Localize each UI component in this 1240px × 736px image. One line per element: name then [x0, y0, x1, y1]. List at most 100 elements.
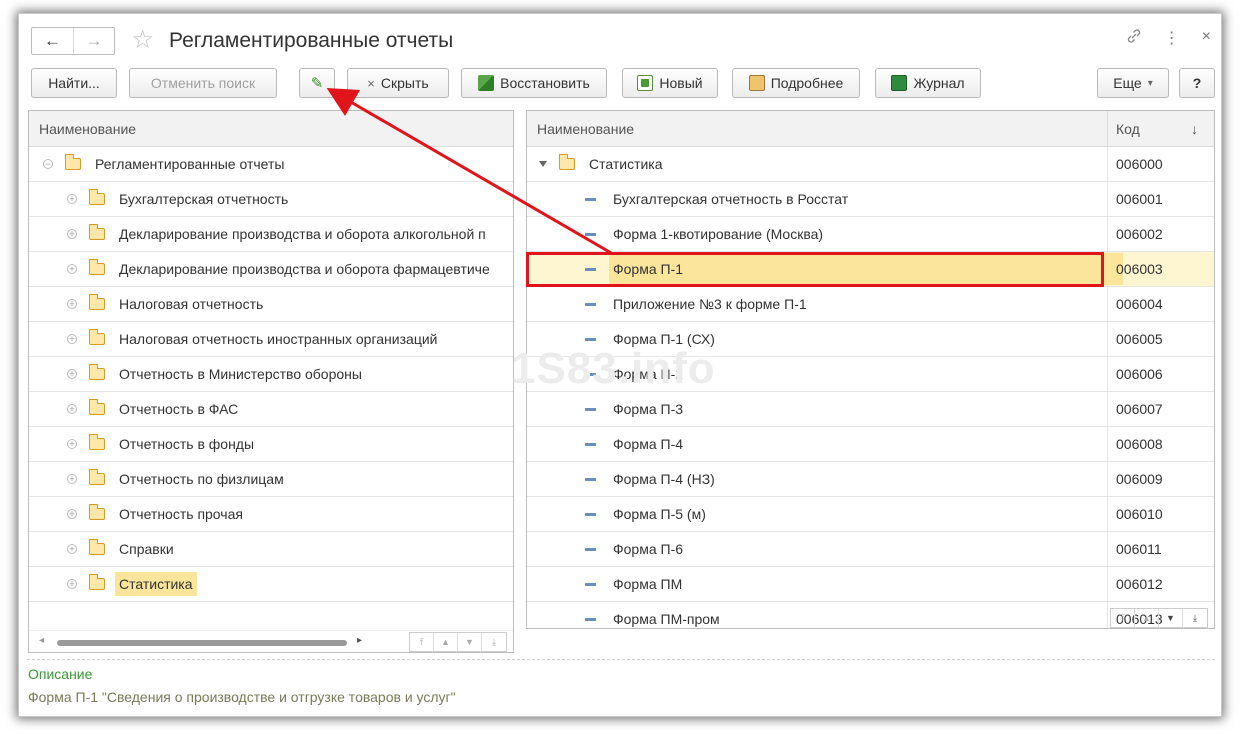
- tree-item[interactable]: + Декларирование производства и оборота а…: [29, 217, 513, 252]
- link-icon[interactable]: [1126, 28, 1142, 48]
- tree-root[interactable]: − Регламентированные отчеты: [29, 147, 513, 182]
- more-vertical-icon[interactable]: ⋮: [1164, 28, 1180, 48]
- table-row[interactable]: Форма П-4 006008: [527, 427, 1214, 462]
- expand-icon[interactable]: +: [67, 544, 77, 554]
- folder-tree-panel[interactable]: Наименование − Регламентированные отчеты…: [28, 110, 514, 653]
- tree-item[interactable]: + Отчетность в Министерство обороны: [29, 357, 513, 392]
- page-down-icon[interactable]: ▼: [458, 633, 482, 651]
- report-item-icon: [585, 477, 596, 481]
- row-name-cell: Форма П-4 (НЗ): [527, 471, 1107, 487]
- expand-icon[interactable]: +: [67, 474, 77, 484]
- scroll-left-icon[interactable]: ◂: [39, 635, 44, 646]
- report-item-icon: [585, 232, 596, 236]
- hide-button[interactable]: × Скрыть: [347, 68, 449, 98]
- first-page-icon[interactable]: ⤒: [1111, 609, 1135, 627]
- table-row[interactable]: Форма П-5 (м) 006010: [527, 497, 1214, 532]
- expand-icon[interactable]: +: [67, 264, 77, 274]
- tree-item[interactable]: + Статистика: [29, 567, 513, 602]
- report-code: 006004: [1107, 287, 1214, 321]
- table-row[interactable]: Форма П-6 006011: [527, 532, 1214, 567]
- report-name: Форма ПМ-пром: [613, 611, 720, 627]
- expand-icon[interactable]: +: [67, 334, 77, 344]
- edit-button[interactable]: ✎: [299, 68, 335, 98]
- group-code: 006000: [1107, 147, 1214, 181]
- favorite-star-icon[interactable]: ☆: [131, 24, 154, 54]
- close-icon[interactable]: ×: [1202, 28, 1211, 48]
- cancel-search-button[interactable]: Отменить поиск: [129, 68, 277, 98]
- first-page-icon[interactable]: ⤒: [410, 633, 434, 651]
- tree-item-label: Декларирование производства и оборота ал…: [119, 226, 486, 242]
- folder-icon: [88, 434, 105, 450]
- expand-icon[interactable]: +: [67, 404, 77, 414]
- app-window: ← → ☆ Регламентированные отчеты ⋮ × Найт…: [18, 13, 1222, 717]
- tree-item[interactable]: + Отчетность по физлицам: [29, 462, 513, 497]
- more-button[interactable]: Еще ▾: [1097, 68, 1169, 98]
- expand-icon[interactable]: +: [67, 439, 77, 449]
- expand-icon[interactable]: +: [67, 299, 77, 309]
- title-bar: ← → ☆ Регламентированные отчеты ⋮ ×: [19, 14, 1221, 64]
- row-name-cell: Форма 1-квотирование (Москва): [527, 226, 1107, 242]
- expand-icon[interactable]: +: [67, 229, 77, 239]
- folder-icon: [88, 259, 105, 275]
- tree-item[interactable]: + Справки: [29, 532, 513, 567]
- column-header-code[interactable]: Код ↓: [1107, 111, 1214, 146]
- page-up-icon[interactable]: ▲: [1135, 609, 1159, 627]
- folder-icon: [88, 469, 105, 485]
- scroll-right-icon[interactable]: ▸: [357, 635, 362, 646]
- expand-icon[interactable]: +: [67, 509, 77, 519]
- column-header-label: Наименование: [39, 120, 137, 137]
- expand-arrow-icon[interactable]: [539, 161, 547, 167]
- column-header-name[interactable]: Наименование: [527, 121, 1107, 137]
- page-up-icon[interactable]: ▲: [434, 633, 458, 651]
- tree-item[interactable]: + Отчетность прочая: [29, 497, 513, 532]
- expand-icon[interactable]: +: [67, 194, 77, 204]
- tree-item[interactable]: + Декларирование производства и оборота ф…: [29, 252, 513, 287]
- scrollbar-thumb[interactable]: [57, 640, 347, 646]
- new-button-label: Новый: [659, 75, 703, 91]
- tree-item-label: Отчетность в ФАС: [119, 401, 239, 417]
- last-page-icon[interactable]: ⤓: [482, 633, 506, 651]
- table-row[interactable]: Форма 1-квотирование (Москва) 006002: [527, 217, 1214, 252]
- collapse-icon[interactable]: −: [43, 159, 53, 169]
- tree-item-label: Отчетность в фонды: [119, 436, 255, 452]
- table-row[interactable]: Бухгалтерская отчетность в Росстат 006001: [527, 182, 1214, 217]
- folder-icon: [88, 364, 105, 380]
- column-header-name[interactable]: Наименование: [29, 111, 513, 147]
- back-button[interactable]: ←: [32, 28, 73, 54]
- description-text: Форма П-1 "Сведения о производстве и отг…: [28, 689, 456, 705]
- code-header-label: Код: [1116, 120, 1140, 137]
- table-row[interactable]: Приложение №3 к форме П-1 006004: [527, 287, 1214, 322]
- tree-item[interactable]: + Отчетность в ФАС: [29, 392, 513, 427]
- more-button-label: Еще: [1113, 75, 1142, 91]
- nav-buttons: ← →: [31, 27, 115, 55]
- table-row[interactable]: Форма П-3 006007: [527, 392, 1214, 427]
- expand-icon[interactable]: +: [67, 579, 77, 589]
- find-button[interactable]: Найти...: [31, 68, 117, 98]
- journal-button[interactable]: Журнал: [875, 68, 981, 98]
- restore-button[interactable]: Восстановить: [461, 68, 607, 98]
- tree-item[interactable]: + Отчетность в фонды: [29, 427, 513, 462]
- find-button-label: Найти...: [48, 75, 100, 91]
- details-button[interactable]: Подробнее: [732, 68, 860, 98]
- list-pager: ⤒ ▲ ▼ ⤓: [1110, 608, 1208, 628]
- expand-icon[interactable]: +: [67, 369, 77, 379]
- tree-item[interactable]: + Налоговая отчетность иностранных органи…: [29, 322, 513, 357]
- tree-item[interactable]: + Налоговая отчетность: [29, 287, 513, 322]
- column-header-label: Наименование: [537, 120, 635, 137]
- folder-icon: [88, 504, 105, 520]
- report-item-icon: [585, 337, 596, 341]
- group-row[interactable]: Статистика 006000: [527, 147, 1214, 182]
- page-down-icon[interactable]: ▼: [1159, 609, 1183, 627]
- tree-item-label: Отчетность по физлицам: [119, 471, 284, 487]
- forward-button[interactable]: →: [72, 28, 114, 54]
- new-document-icon: [637, 75, 654, 91]
- tree-item[interactable]: + Бухгалтерская отчетность: [29, 182, 513, 217]
- new-button[interactable]: Новый: [622, 68, 718, 98]
- table-row[interactable]: Форма П-4 (НЗ) 006009: [527, 462, 1214, 497]
- hide-button-label: Скрыть: [380, 75, 429, 91]
- table-row[interactable]: Форма ПМ 006012: [527, 567, 1214, 602]
- help-button[interactable]: ?: [1179, 68, 1215, 98]
- horizontal-scrollbar[interactable]: ◂ ▸ ⤒ ▲ ▼ ⤓: [29, 630, 513, 652]
- last-page-icon[interactable]: ⤓: [1183, 609, 1207, 627]
- report-code: 006003: [1107, 252, 1214, 286]
